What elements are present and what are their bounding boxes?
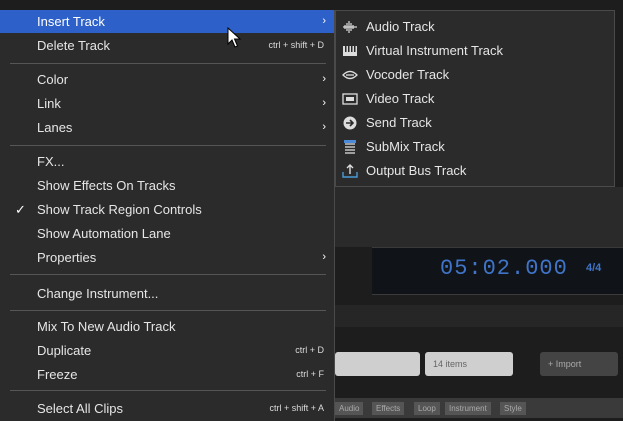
bg-tab[interactable]: Effects — [372, 402, 405, 415]
submenu-item-label: Vocoder Track — [366, 67, 450, 82]
menu-item-label: Color — [37, 72, 69, 87]
bg-tab[interactable]: Audio — [335, 402, 364, 415]
menu-item-delete-track[interactable]: Delete Track ctrl + shift + D — [0, 34, 334, 57]
shortcut-label: ctrl + F — [296, 369, 324, 379]
submenu-item-send[interactable]: Send Track — [336, 111, 614, 135]
submenu-arrow-icon: › — [322, 97, 326, 109]
submix-icon — [344, 140, 356, 154]
menu-item-freeze[interactable]: Freeze ctrl + F — [0, 363, 334, 386]
menu-separator — [10, 145, 326, 146]
bg-toolbar-row — [330, 305, 623, 327]
time-signature: 4/4 — [586, 262, 602, 274]
waveform-icon — [343, 21, 357, 33]
submenu-item-label: Output Bus Track — [366, 163, 467, 178]
submenu-item-submix[interactable]: SubMix Track — [336, 135, 614, 159]
menu-item-insert-track[interactable]: Insert Track › — [0, 10, 334, 33]
menu-item-fx[interactable]: FX... — [0, 150, 334, 173]
menu-item-label: FX... — [37, 154, 65, 169]
menu-item-label: Duplicate — [37, 343, 92, 358]
menu-item-label: Properties — [37, 250, 97, 265]
menu-item-label: Mix To New Audio Track — [37, 319, 176, 334]
menu-item-label: Link — [37, 96, 61, 111]
bg-tab[interactable]: Instrument — [445, 402, 491, 415]
submenu-item-video[interactable]: Video Track — [336, 87, 614, 111]
menu-item-show-automation[interactable]: Show Automation Lane — [0, 222, 334, 245]
submenu-item-label: Send Track — [366, 115, 432, 130]
shortcut-label: ctrl + shift + D — [268, 40, 324, 50]
menu-item-duplicate[interactable]: Duplicate ctrl + D — [0, 339, 334, 362]
bg-search-field[interactable] — [335, 352, 420, 376]
menu-item-label: Freeze — [37, 367, 78, 382]
time-display: 05:02.000 — [440, 256, 568, 281]
submenu-arrow-icon: › — [322, 251, 326, 263]
submenu-item-virtual-instrument[interactable]: Virtual Instrument Track — [336, 39, 614, 63]
output-icon — [342, 164, 358, 178]
menu-item-label: Change Instrument... — [37, 286, 159, 301]
menu-item-lanes[interactable]: Lanes › — [0, 116, 334, 139]
checkmark-icon: ✓ — [15, 202, 26, 217]
bg-search-count: 14 items — [425, 352, 513, 376]
menu-separator — [10, 310, 326, 311]
arrow-circle-icon — [343, 116, 357, 130]
submenu-arrow-icon: › — [322, 121, 326, 133]
menu-item-label: Delete Track — [37, 38, 110, 53]
menu-separator — [10, 274, 326, 275]
submenu-item-audio-track[interactable]: Audio Track — [336, 15, 614, 39]
submenu-item-label: Audio Track — [366, 19, 435, 34]
menu-item-label: Lanes — [37, 120, 73, 135]
menu-item-label: Show Track Region Controls — [37, 202, 202, 217]
vocoder-icon — [342, 70, 358, 80]
menu-item-show-effects[interactable]: Show Effects On Tracks — [0, 174, 334, 197]
menu-separator — [10, 390, 326, 391]
menu-item-link[interactable]: Link › — [0, 92, 334, 115]
submenu-item-output-bus[interactable]: Output Bus Track — [336, 159, 614, 183]
menu-item-label: Insert Track — [37, 14, 105, 29]
bg-tab[interactable]: Loop — [414, 402, 440, 415]
menu-item-select-all-clips[interactable]: Select All Clips ctrl + shift + A — [0, 397, 334, 420]
track-context-menu: Insert Track › Delete Track ctrl + shift… — [0, 10, 335, 421]
menu-item-color[interactable]: Color › — [0, 68, 334, 91]
menu-item-properties[interactable]: Properties › — [0, 246, 334, 269]
bg-tab[interactable]: Style — [500, 402, 526, 415]
shortcut-label: ctrl + D — [295, 345, 324, 355]
import-button[interactable]: + Import — [540, 352, 618, 376]
menu-item-label: Show Automation Lane — [37, 226, 171, 241]
menu-item-mix-to-new-audio[interactable]: Mix To New Audio Track — [0, 315, 334, 338]
piano-keys-icon — [343, 46, 357, 56]
submenu-item-label: Virtual Instrument Track — [366, 43, 504, 58]
menu-item-change-instrument[interactable]: Change Instrument... — [0, 282, 334, 305]
submenu-item-vocoder[interactable]: Vocoder Track — [336, 63, 614, 87]
submenu-item-label: SubMix Track — [366, 139, 445, 154]
mouse-cursor-icon — [227, 27, 242, 48]
submenu-item-label: Video Track — [366, 91, 435, 106]
bg-track-area — [330, 187, 623, 247]
menu-item-label: Show Effects On Tracks — [37, 178, 176, 193]
submenu-arrow-icon: › — [322, 73, 326, 85]
submenu-arrow-icon: › — [322, 15, 326, 27]
menu-separator — [10, 63, 326, 64]
menu-item-label: Select All Clips — [37, 401, 123, 416]
shortcut-label: ctrl + shift + A — [269, 403, 324, 413]
menu-item-show-region-controls[interactable]: ✓ Show Track Region Controls — [0, 198, 334, 221]
insert-track-submenu: Audio Track Virtual Instrument Track Voc… — [335, 10, 615, 187]
video-icon — [342, 93, 358, 105]
